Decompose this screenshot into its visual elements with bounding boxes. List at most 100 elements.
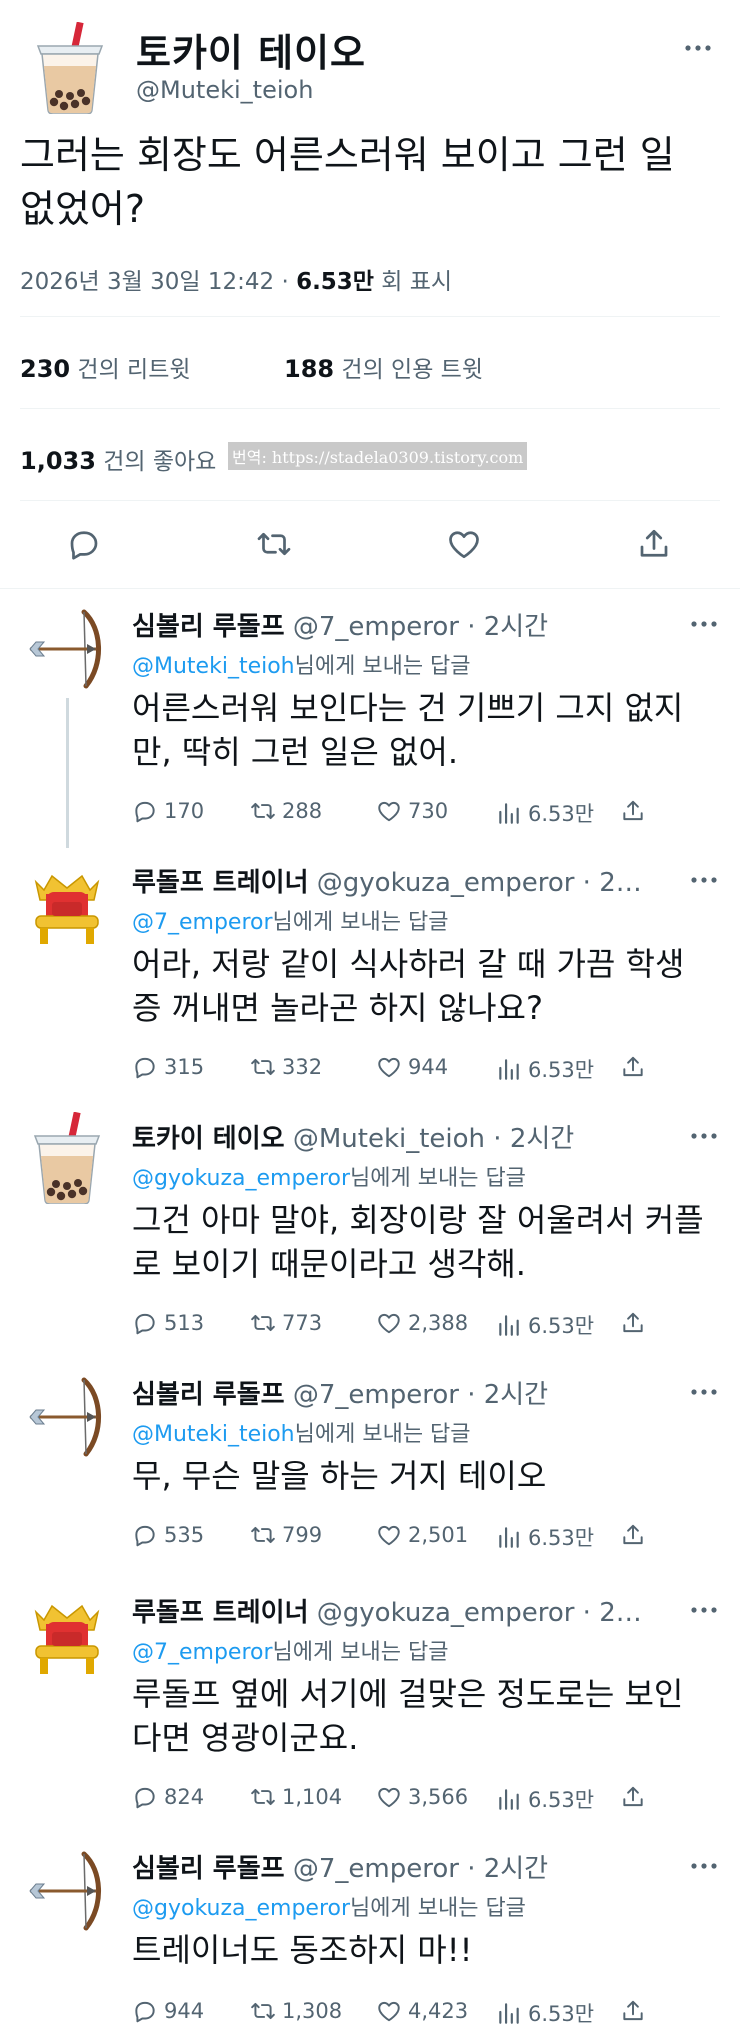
share-icon	[620, 798, 646, 824]
reply-icon[interactable]	[66, 526, 102, 562]
throne-icon[interactable]	[26, 1592, 108, 1678]
reply-display-name[interactable]: 심볼리 루돌프	[132, 1380, 285, 1410]
like-stat[interactable]: 1,033 건의 좋아요	[20, 442, 216, 476]
views-button[interactable]: 6.53만	[496, 1784, 594, 1814]
reply-button[interactable]: 824	[132, 1784, 204, 1810]
translation-watermark: 번역: https://stadela0309.tistory.com	[228, 442, 528, 470]
reply-tweet[interactable]: 심볼리 루돌프 @7_emperor · 2시간 @gyokuza_empero…	[0, 1848, 740, 2044]
reply-tweet[interactable]: 토카이 테이오 @Muteki_teioh · 2시간 @gyokuza_emp…	[0, 1118, 740, 1358]
bow-arrow-icon[interactable]	[26, 606, 108, 692]
retweet-icon	[250, 1998, 276, 2024]
reply-count: 170	[164, 799, 205, 823]
reply-to-handle[interactable]: @gyokuza_emperor	[132, 1166, 350, 1191]
reply-tweet[interactable]: 루돌프 트레이너 @gyokuza_emperor · 2… @7_empero…	[0, 1592, 740, 1832]
views-button[interactable]: 6.53만	[496, 798, 594, 828]
reply-handle-time[interactable]: @7_emperor · 2시간	[285, 1380, 548, 1410]
reply-tweet[interactable]: 심볼리 루돌프 @7_emperor · 2시간 @Muteki_teioh님에…	[0, 606, 740, 848]
reply-display-name[interactable]: 심볼리 루돌프	[132, 1854, 285, 1884]
reply-button[interactable]: 315	[132, 1054, 204, 1080]
like-icon	[376, 1998, 402, 2024]
reply-actions: 513 773 2,388 6.53만	[132, 1310, 652, 1342]
reply-button[interactable]: 170	[132, 798, 204, 824]
reply-to-handle[interactable]: @Muteki_teioh	[132, 1422, 295, 1447]
reply-handle-time[interactable]: @gyokuza_emperor · 2…	[309, 868, 642, 898]
share-button[interactable]	[620, 1998, 646, 2024]
bubble-tea-icon[interactable]	[26, 1112, 108, 1204]
like-count: 4,423	[408, 1999, 469, 2023]
like-icon	[376, 1522, 402, 1548]
reply-tweet[interactable]: 루돌프 트레이너 @gyokuza_emperor · 2… @7_empero…	[0, 862, 740, 1102]
views-icon	[496, 1786, 522, 1812]
retweet-button[interactable]: 332	[250, 1054, 322, 1080]
reply-text: 루돌프 옆에 서기에 걸맞은 정도로는 보인다면 영광이군요.	[132, 1675, 684, 1757]
quote-stat[interactable]: 188 건의 인용 트윗	[284, 350, 483, 384]
more-options-icon[interactable]	[684, 1598, 724, 1622]
reply-button[interactable]: 944	[132, 1998, 204, 2024]
reply-display-name[interactable]: 루돌프 트레이너	[132, 1598, 309, 1628]
author-display-name[interactable]: 토카이 테이오	[136, 22, 366, 77]
view-count: 6.53만	[296, 269, 374, 295]
reply-handle-time[interactable]: @gyokuza_emperor · 2…	[309, 1598, 642, 1628]
retweet-icon	[250, 1310, 276, 1336]
views-button[interactable]: 6.53만	[496, 1310, 594, 1340]
like-button[interactable]: 3,566	[376, 1784, 468, 1810]
views-button[interactable]: 6.53만	[496, 1998, 594, 2028]
reply-to-handle[interactable]: @gyokuza_emperor	[132, 1896, 350, 1921]
like-icon	[376, 1784, 402, 1810]
retweet-button[interactable]: 773	[250, 1310, 322, 1336]
views-button[interactable]: 6.53만	[496, 1522, 594, 1552]
reply-to-suffix: 님에게 보내는 답글	[294, 654, 471, 679]
tweet-date[interactable]: 2026년 3월 30일 12:42 ·	[20, 269, 296, 295]
tweet-text: 그러는 회장도 어른스러워 보이고 그런 일 없었어?	[20, 133, 675, 231]
throne-icon[interactable]	[26, 862, 108, 948]
reply-display-name[interactable]: 토카이 테이오	[132, 1124, 285, 1154]
more-options-icon[interactable]	[678, 36, 718, 60]
reply-display-name[interactable]: 루돌프 트레이너	[132, 868, 309, 898]
reply-to-line: @Muteki_teioh님에게 보내는 답글	[132, 1416, 471, 1448]
bow-arrow-icon[interactable]	[26, 1374, 108, 1460]
reply-handle-time[interactable]: @7_emperor · 2시간	[285, 612, 548, 642]
reply-actions: 535 799 2,501 6.53만	[132, 1522, 652, 1554]
author-handle[interactable]: @Muteki_teioh	[136, 76, 313, 104]
like-icon[interactable]	[446, 526, 482, 562]
more-options-icon[interactable]	[684, 868, 724, 892]
bow-arrow-icon[interactable]	[26, 1848, 108, 1934]
share-button[interactable]	[620, 1054, 646, 1080]
reply-button[interactable]: 535	[132, 1522, 204, 1548]
reply-to-suffix: 님에게 보내는 답글	[294, 1422, 471, 1447]
share-button[interactable]	[620, 1784, 646, 1810]
reply-count: 824	[164, 1785, 205, 1809]
retweet-icon[interactable]	[256, 526, 292, 562]
like-button[interactable]: 730	[376, 798, 448, 824]
more-options-icon[interactable]	[684, 1854, 724, 1878]
reply-handle-time[interactable]: @Muteki_teioh · 2시간	[285, 1124, 574, 1154]
share-button[interactable]	[620, 798, 646, 824]
retweet-stat[interactable]: 230 건의 리트윗	[20, 350, 191, 384]
reply-display-name[interactable]: 심볼리 루돌프	[132, 612, 285, 642]
retweet-button[interactable]: 799	[250, 1522, 322, 1548]
more-options-icon[interactable]	[684, 1124, 724, 1148]
views-count: 6.53만	[528, 1788, 595, 1812]
like-button[interactable]: 2,501	[376, 1522, 468, 1548]
share-icon[interactable]	[636, 526, 672, 562]
reply-button[interactable]: 513	[132, 1310, 204, 1336]
like-button[interactable]: 944	[376, 1054, 448, 1080]
retweet-button[interactable]: 288	[250, 798, 322, 824]
reply-to-handle[interactable]: @7_emperor	[132, 1640, 273, 1665]
like-button[interactable]: 2,388	[376, 1310, 468, 1336]
reply-to-handle[interactable]: @Muteki_teioh	[132, 654, 295, 679]
bubble-tea-icon[interactable]	[30, 22, 110, 114]
retweet-button[interactable]: 1,104	[250, 1784, 342, 1810]
views-button[interactable]: 6.53만	[496, 1054, 594, 1084]
reply-to-handle[interactable]: @7_emperor	[132, 910, 273, 935]
reply-to-suffix: 님에게 보내는 답글	[350, 1896, 526, 1921]
like-button[interactable]: 4,423	[376, 1998, 468, 2024]
retweet-button[interactable]: 1,308	[250, 1998, 342, 2024]
reply-tweet[interactable]: 심볼리 루돌프 @7_emperor · 2시간 @Muteki_teioh님에…	[0, 1374, 740, 1570]
reply-header: 루돌프 트레이너 @gyokuza_emperor · 2…	[132, 862, 692, 899]
reply-handle-time[interactable]: @7_emperor · 2시간	[285, 1854, 548, 1884]
more-options-icon[interactable]	[684, 612, 724, 636]
share-button[interactable]	[620, 1310, 646, 1336]
share-button[interactable]	[620, 1522, 646, 1548]
more-options-icon[interactable]	[684, 1380, 724, 1404]
